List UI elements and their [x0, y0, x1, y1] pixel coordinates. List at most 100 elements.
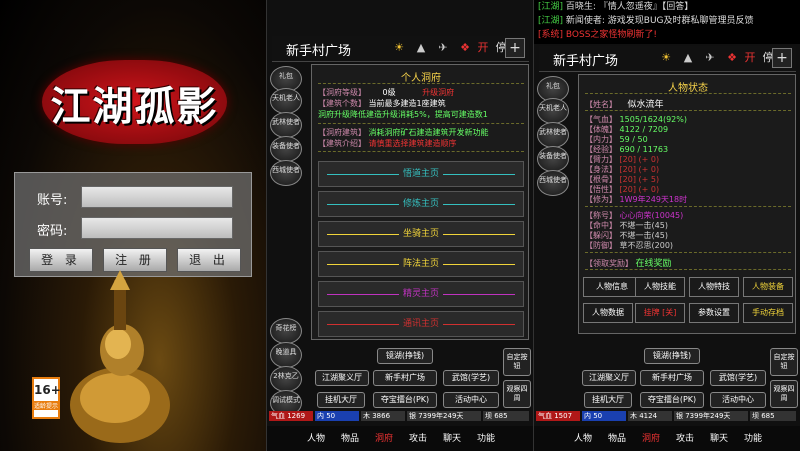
- tab-cave[interactable]: 洞府: [642, 431, 660, 444]
- side-npc-1[interactable]: 天机老人: [270, 88, 304, 114]
- tab-character[interactable]: 人物: [307, 431, 325, 444]
- menu-item-comms[interactable]: 通讯主页: [318, 311, 524, 337]
- menu-item-mount[interactable]: 坐骑主页: [318, 221, 524, 247]
- online-reward-link[interactable]: 在线奖励: [636, 259, 672, 269]
- sun-icon[interactable]: ☀: [392, 41, 406, 55]
- character-screen: [江湖] 百晓生: 『情人忽遥夜』【回答】 [江湖] 新闻使者: 游戏发现BUG…: [533, 0, 800, 451]
- golden-gourd-illustration: [70, 270, 170, 443]
- side-npc-2[interactable]: 武林使者: [537, 122, 571, 148]
- nav-plaza[interactable]: 新手村广场: [640, 370, 704, 386]
- upgrade-cave-link[interactable]: 升级洞府: [422, 88, 454, 97]
- nav-mirror-lake[interactable]: 镜湖(挣钱): [377, 348, 433, 364]
- nav-afk-hall[interactable]: 挂机大厅: [317, 392, 365, 408]
- nav-afk-hall[interactable]: 挂机大厅: [584, 392, 632, 408]
- menu-item-cultivation[interactable]: 修炼主页: [318, 191, 524, 217]
- login-button[interactable]: 登 录: [29, 248, 93, 272]
- nav-hall[interactable]: 江湖聚义厅: [582, 370, 636, 386]
- cave-screen: 新手村广场 ☀ ▲ ✈ ❖ 开 停 + 礼包 天机老人 武林使者 装备使者 西城…: [266, 0, 533, 451]
- attr-key: 【称号】: [585, 211, 617, 220]
- btn-char-data[interactable]: 人物数据: [583, 303, 633, 323]
- btn-char-info[interactable]: 人物信息: [583, 277, 641, 297]
- misc-stat: 坝 685: [750, 411, 796, 421]
- attr-key: 【修为】: [585, 195, 617, 204]
- nav-events[interactable]: 活动中心: [710, 392, 766, 408]
- add-button[interactable]: +: [505, 38, 525, 58]
- cave-upgrade-note: 洞府升级降低建造升级消耗5%，提高可建造数1: [318, 110, 488, 119]
- menu-item-enlightenment[interactable]: 悟道主页: [318, 161, 524, 187]
- custom-button[interactable]: 自定按钮: [503, 348, 531, 376]
- nav-hall[interactable]: 江湖聚义厅: [315, 370, 369, 386]
- account-label: 账号:: [37, 193, 68, 208]
- btn-char-skills[interactable]: 人物技能: [635, 277, 685, 297]
- airplane-icon[interactable]: ✈: [436, 41, 450, 55]
- attr-key: 【体魄】: [585, 125, 617, 134]
- tab-chat[interactable]: 聊天: [443, 431, 461, 444]
- password-input[interactable]: [81, 217, 233, 239]
- ticker-tag: [系统]: [538, 30, 564, 40]
- exit-button[interactable]: 退 出: [177, 248, 241, 272]
- nav-mirror-lake[interactable]: 镜湖(挣钱): [644, 348, 700, 364]
- side-npc-3[interactable]: 装备使者: [537, 146, 571, 172]
- menu-label: 修炼主页: [398, 199, 443, 209]
- side-npc-3-label: 装备使者: [537, 146, 569, 172]
- tab-chat[interactable]: 聊天: [710, 431, 728, 444]
- btn-char-special[interactable]: 人物特技: [689, 277, 739, 297]
- toggle-on[interactable]: 开: [476, 41, 490, 55]
- tab-character[interactable]: 人物: [574, 431, 592, 444]
- side-night-items[interactable]: 晚道具: [270, 342, 304, 368]
- building-intro-row: 【建筑介绍】 请慎重选择建筑建造顺序: [318, 138, 457, 149]
- add-button[interactable]: +: [772, 48, 792, 68]
- mountain-icon[interactable]: ▲: [681, 51, 695, 65]
- observe-button[interactable]: 观察四周: [503, 380, 531, 408]
- nav-arena[interactable]: 夺宝擂台(PK): [373, 392, 437, 408]
- tab-functions[interactable]: 功能: [744, 431, 762, 444]
- cave-level-row: 【洞府等级】 0级 升级洞府: [318, 87, 454, 98]
- attr-key: 【防御】: [585, 241, 617, 250]
- observe-button[interactable]: 观察四周: [770, 380, 798, 408]
- side-misc[interactable]: 2林克乙: [270, 366, 304, 392]
- ticker-text: 新闻使者: 游戏发现BUG及时群私聊管理员反馈: [565, 16, 754, 26]
- divider: [318, 151, 524, 152]
- side-npc-2[interactable]: 武林使者: [270, 112, 304, 138]
- sun-icon[interactable]: ☀: [659, 51, 673, 65]
- nav-events[interactable]: 活动中心: [443, 392, 499, 408]
- password-row: 密码:: [15, 216, 253, 240]
- tab-attack[interactable]: 攻击: [409, 431, 427, 444]
- gift-icon[interactable]: ❖: [458, 41, 472, 55]
- nav-martial-hall[interactable]: 武馆(学艺): [443, 370, 499, 386]
- building-intro-value: 请慎重选择建筑建造顺序: [368, 139, 457, 148]
- tab-items[interactable]: 物品: [608, 431, 626, 444]
- attr-value: 草不忍思(200): [619, 241, 674, 250]
- ticker-text: 百晓生: 『情人忽遥夜』【回答】: [565, 2, 694, 12]
- btn-char-equipment[interactable]: 人物装备: [743, 277, 793, 297]
- side-npc-4[interactable]: 西城使者: [270, 160, 304, 186]
- tab-items[interactable]: 物品: [341, 431, 359, 444]
- btn-settings[interactable]: 参数设置: [689, 303, 739, 323]
- mountain-icon[interactable]: ▲: [414, 41, 428, 55]
- account-input[interactable]: [81, 186, 233, 208]
- nav-martial-hall[interactable]: 武馆(学艺): [710, 370, 766, 386]
- side-flower-ranking-label: 奇花榜: [270, 318, 302, 344]
- tab-attack[interactable]: 攻击: [676, 431, 694, 444]
- nav-plaza[interactable]: 新手村广场: [373, 370, 437, 386]
- btn-manual-save[interactable]: 手动存档: [743, 303, 793, 323]
- btn-hang-toggle[interactable]: 挂牌 [关]: [635, 303, 685, 323]
- building-count-key: 【建筑个数】: [318, 99, 366, 108]
- menu-item-formation[interactable]: 阵法主页: [318, 251, 524, 277]
- attr-value: [20] (+ 0): [619, 185, 660, 194]
- side-npc-3[interactable]: 装备使者: [270, 136, 304, 162]
- gift-icon[interactable]: ❖: [725, 51, 739, 65]
- side-flower-ranking[interactable]: 奇花榜: [270, 318, 304, 344]
- side-npc-4[interactable]: 西城使者: [537, 170, 571, 196]
- attr-key: 【身法】: [585, 165, 617, 174]
- tab-functions[interactable]: 功能: [477, 431, 495, 444]
- custom-button[interactable]: 自定按钮: [770, 348, 798, 376]
- side-npc-1[interactable]: 天机老人: [537, 98, 571, 124]
- airplane-icon[interactable]: ✈: [703, 51, 717, 65]
- tab-cave[interactable]: 洞府: [375, 431, 393, 444]
- register-button[interactable]: 注 册: [103, 248, 167, 272]
- nav-arena[interactable]: 夺宝擂台(PK): [640, 392, 704, 408]
- menu-item-spirit[interactable]: 精灵主页: [318, 281, 524, 307]
- cave-level-value: 0级: [382, 88, 396, 97]
- toggle-on[interactable]: 开: [743, 51, 757, 65]
